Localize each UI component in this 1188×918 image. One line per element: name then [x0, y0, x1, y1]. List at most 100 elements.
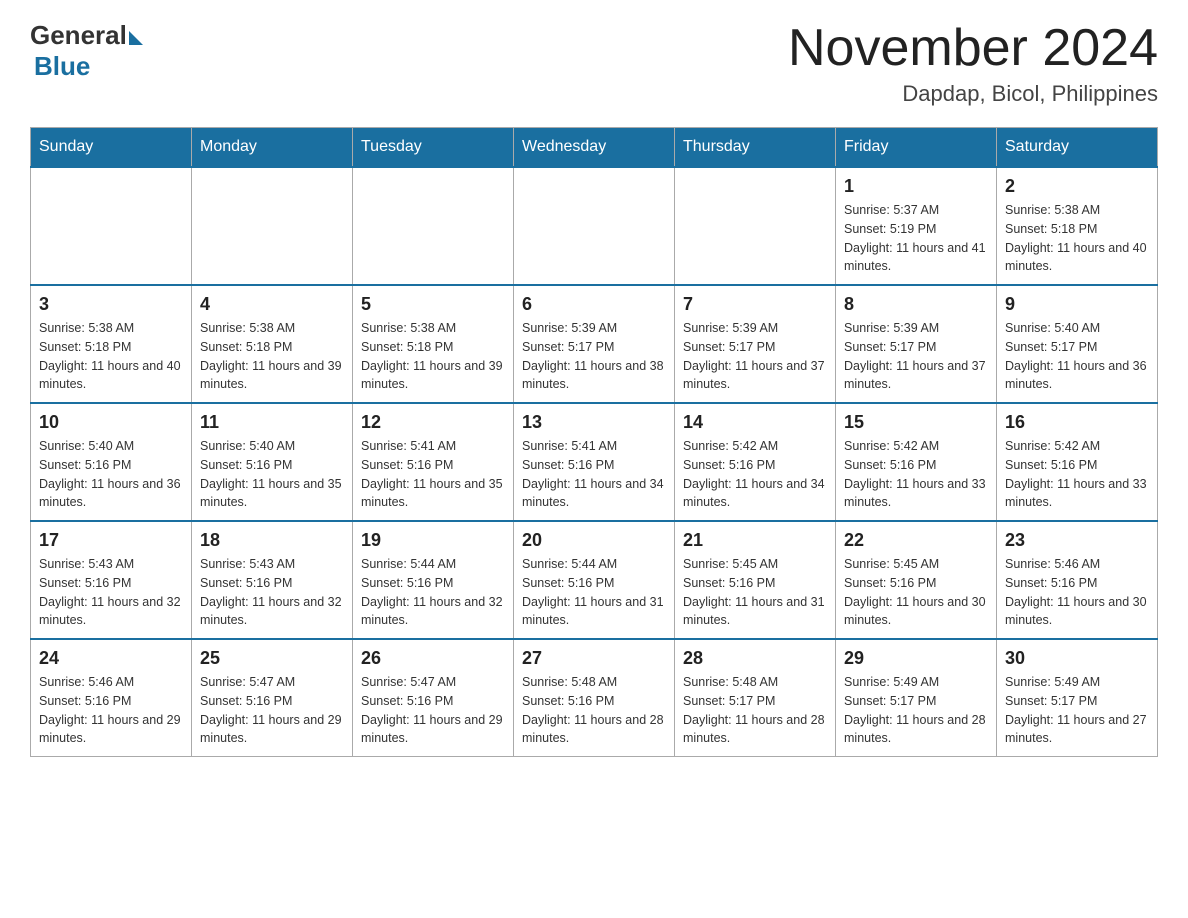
day-number: 12: [361, 412, 505, 433]
calendar-table: SundayMondayTuesdayWednesdayThursdayFrid…: [30, 127, 1158, 757]
day-of-week-header: Friday: [836, 128, 997, 168]
day-info: Sunrise: 5:43 AMSunset: 5:16 PMDaylight:…: [39, 555, 183, 630]
day-number: 27: [522, 648, 666, 669]
day-info: Sunrise: 5:44 AMSunset: 5:16 PMDaylight:…: [361, 555, 505, 630]
day-number: 24: [39, 648, 183, 669]
calendar-cell: 27Sunrise: 5:48 AMSunset: 5:16 PMDayligh…: [514, 639, 675, 757]
day-info: Sunrise: 5:47 AMSunset: 5:16 PMDaylight:…: [200, 673, 344, 748]
calendar-week-row: 17 Sunrise: 5:43 AMSunset: 5:16 PMDayligh…: [31, 521, 1158, 639]
day-number: 29: [844, 648, 988, 669]
logo-blue-text: Blue: [34, 51, 90, 82]
day-number: 5: [361, 294, 505, 315]
page-header: General Blue November 2024 Dapdap, Bicol…: [30, 20, 1158, 107]
calendar-cell: 23 Sunrise: 5:46 AMSunset: 5:16 PMDayligh…: [997, 521, 1158, 639]
day-number: 28: [683, 648, 827, 669]
day-number: 26: [361, 648, 505, 669]
day-info: Sunrise: 5:41 AMSunset: 5:16 PMDaylight:…: [522, 437, 666, 512]
day-number: 9: [1005, 294, 1149, 315]
calendar-cell: 13 Sunrise: 5:41 AMSunset: 5:16 PMDayligh…: [514, 403, 675, 521]
day-info: Sunrise: 5:42 AMSunset: 5:16 PMDaylight:…: [844, 437, 988, 512]
day-number: 17: [39, 530, 183, 551]
day-number: 16: [1005, 412, 1149, 433]
calendar-cell: 7 Sunrise: 5:39 AMSunset: 5:17 PMDaylight…: [675, 285, 836, 403]
day-info: Sunrise: 5:44 AMSunset: 5:16 PMDaylight:…: [522, 555, 666, 630]
calendar-cell: 22 Sunrise: 5:45 AMSunset: 5:16 PMDayligh…: [836, 521, 997, 639]
calendar-cell: [675, 167, 836, 285]
day-number: 19: [361, 530, 505, 551]
day-number: 3: [39, 294, 183, 315]
day-info: Sunrise: 5:39 AMSunset: 5:17 PMDaylight:…: [683, 319, 827, 394]
calendar-cell: 8Sunrise: 5:39 AMSunset: 5:17 PMDaylight…: [836, 285, 997, 403]
day-info: Sunrise: 5:37 AMSunset: 5:19 PMDaylight:…: [844, 201, 988, 276]
logo-arrow-icon: [129, 31, 143, 45]
calendar-week-row: 10 Sunrise: 5:40 AMSunset: 5:16 PMDayligh…: [31, 403, 1158, 521]
day-info: Sunrise: 5:38 AMSunset: 5:18 PMDaylight:…: [39, 319, 183, 394]
calendar-cell: [192, 167, 353, 285]
calendar-cell: 19 Sunrise: 5:44 AMSunset: 5:16 PMDayligh…: [353, 521, 514, 639]
day-of-week-header: Saturday: [997, 128, 1158, 168]
day-number: 22: [844, 530, 988, 551]
calendar-cell: 20Sunrise: 5:44 AMSunset: 5:16 PMDayligh…: [514, 521, 675, 639]
day-info: Sunrise: 5:39 AMSunset: 5:17 PMDaylight:…: [844, 319, 988, 394]
calendar-cell: 1 Sunrise: 5:37 AMSunset: 5:19 PMDaylight…: [836, 167, 997, 285]
day-number: 1: [844, 176, 988, 197]
month-title: November 2024: [788, 20, 1158, 77]
day-info: Sunrise: 5:49 AMSunset: 5:17 PMDaylight:…: [844, 673, 988, 748]
day-info: Sunrise: 5:38 AMSunset: 5:18 PMDaylight:…: [1005, 201, 1149, 276]
day-number: 15: [844, 412, 988, 433]
calendar-cell: 17 Sunrise: 5:43 AMSunset: 5:16 PMDayligh…: [31, 521, 192, 639]
calendar-cell: [353, 167, 514, 285]
calendar-cell: 6Sunrise: 5:39 AMSunset: 5:17 PMDaylight…: [514, 285, 675, 403]
day-of-week-header: Monday: [192, 128, 353, 168]
calendar-cell: 12 Sunrise: 5:41 AMSunset: 5:16 PMDayligh…: [353, 403, 514, 521]
calendar-cell: 18 Sunrise: 5:43 AMSunset: 5:16 PMDayligh…: [192, 521, 353, 639]
day-of-week-header: Tuesday: [353, 128, 514, 168]
day-number: 10: [39, 412, 183, 433]
day-info: Sunrise: 5:46 AMSunset: 5:16 PMDaylight:…: [1005, 555, 1149, 630]
calendar-cell: 15 Sunrise: 5:42 AMSunset: 5:16 PMDayligh…: [836, 403, 997, 521]
calendar-cell: 11Sunrise: 5:40 AMSunset: 5:16 PMDayligh…: [192, 403, 353, 521]
calendar-cell: 26 Sunrise: 5:47 AMSunset: 5:16 PMDayligh…: [353, 639, 514, 757]
calendar-week-row: 3 Sunrise: 5:38 AMSunset: 5:18 PMDaylight…: [31, 285, 1158, 403]
calendar-cell: [31, 167, 192, 285]
day-info: Sunrise: 5:45 AMSunset: 5:16 PMDaylight:…: [683, 555, 827, 630]
day-number: 23: [1005, 530, 1149, 551]
day-number: 18: [200, 530, 344, 551]
calendar-cell: 24 Sunrise: 5:46 AMSunset: 5:16 PMDayligh…: [31, 639, 192, 757]
day-info: Sunrise: 5:38 AMSunset: 5:18 PMDaylight:…: [200, 319, 344, 394]
calendar-cell: 16Sunrise: 5:42 AMSunset: 5:16 PMDayligh…: [997, 403, 1158, 521]
calendar-cell: 4Sunrise: 5:38 AMSunset: 5:18 PMDaylight…: [192, 285, 353, 403]
day-number: 30: [1005, 648, 1149, 669]
day-info: Sunrise: 5:48 AMSunset: 5:17 PMDaylight:…: [683, 673, 827, 748]
day-of-week-header: Wednesday: [514, 128, 675, 168]
title-section: November 2024 Dapdap, Bicol, Philippines: [788, 20, 1158, 107]
day-info: Sunrise: 5:41 AMSunset: 5:16 PMDaylight:…: [361, 437, 505, 512]
day-number: 21: [683, 530, 827, 551]
day-info: Sunrise: 5:43 AMSunset: 5:16 PMDaylight:…: [200, 555, 344, 630]
day-info: Sunrise: 5:40 AMSunset: 5:17 PMDaylight:…: [1005, 319, 1149, 394]
day-info: Sunrise: 5:42 AMSunset: 5:16 PMDaylight:…: [683, 437, 827, 512]
location-text: Dapdap, Bicol, Philippines: [788, 81, 1158, 107]
calendar-cell: 14Sunrise: 5:42 AMSunset: 5:16 PMDayligh…: [675, 403, 836, 521]
day-number: 7: [683, 294, 827, 315]
day-info: Sunrise: 5:38 AMSunset: 5:18 PMDaylight:…: [361, 319, 505, 394]
calendar-cell: 5 Sunrise: 5:38 AMSunset: 5:18 PMDaylight…: [353, 285, 514, 403]
day-number: 6: [522, 294, 666, 315]
calendar-week-row: 24 Sunrise: 5:46 AMSunset: 5:16 PMDayligh…: [31, 639, 1158, 757]
calendar-cell: 10 Sunrise: 5:40 AMSunset: 5:16 PMDayligh…: [31, 403, 192, 521]
day-of-week-header: Thursday: [675, 128, 836, 168]
calendar-cell: 2Sunrise: 5:38 AMSunset: 5:18 PMDaylight…: [997, 167, 1158, 285]
calendar-cell: 29 Sunrise: 5:49 AMSunset: 5:17 PMDayligh…: [836, 639, 997, 757]
calendar-cell: 30 Sunrise: 5:49 AMSunset: 5:17 PMDayligh…: [997, 639, 1158, 757]
day-info: Sunrise: 5:45 AMSunset: 5:16 PMDaylight:…: [844, 555, 988, 630]
day-number: 13: [522, 412, 666, 433]
calendar-cell: [514, 167, 675, 285]
calendar-cell: 25 Sunrise: 5:47 AMSunset: 5:16 PMDayligh…: [192, 639, 353, 757]
day-info: Sunrise: 5:46 AMSunset: 5:16 PMDaylight:…: [39, 673, 183, 748]
day-info: Sunrise: 5:47 AMSunset: 5:16 PMDaylight:…: [361, 673, 505, 748]
day-info: Sunrise: 5:49 AMSunset: 5:17 PMDaylight:…: [1005, 673, 1149, 748]
day-number: 25: [200, 648, 344, 669]
day-of-week-header: Sunday: [31, 128, 192, 168]
calendar-cell: 28 Sunrise: 5:48 AMSunset: 5:17 PMDayligh…: [675, 639, 836, 757]
day-info: Sunrise: 5:40 AMSunset: 5:16 PMDaylight:…: [39, 437, 183, 512]
